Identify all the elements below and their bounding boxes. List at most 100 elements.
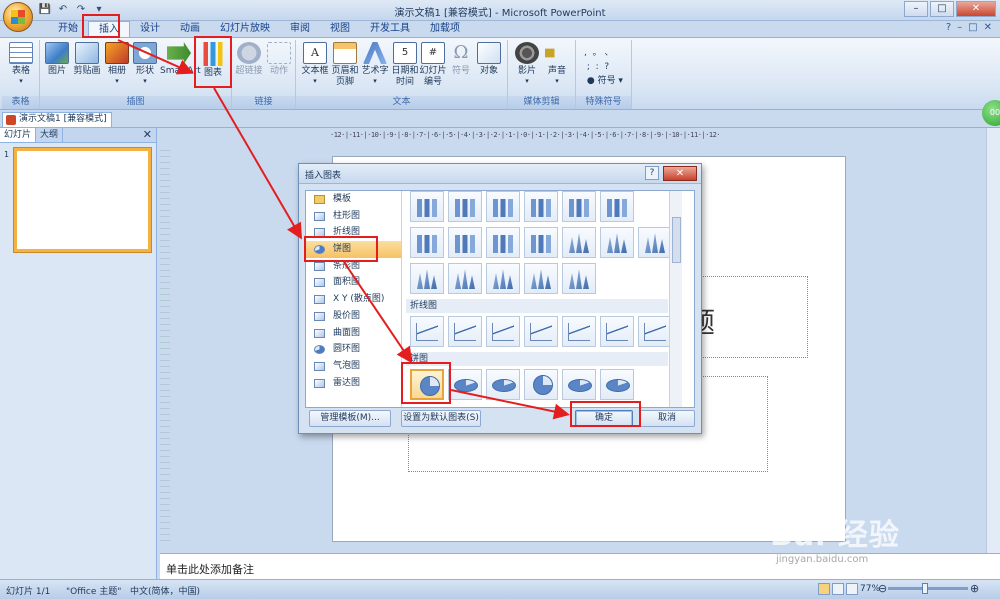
normal-view-icon[interactable] bbox=[818, 583, 830, 595]
zoom-in-icon[interactable]: ⊕ bbox=[970, 582, 979, 595]
office-button[interactable] bbox=[3, 2, 33, 32]
zoom-slider[interactable] bbox=[888, 587, 968, 590]
window-controls: – □ ✕ bbox=[904, 1, 996, 17]
table-button[interactable]: 表格 ▾ bbox=[4, 40, 38, 85]
category-bubble[interactable]: 气泡图 bbox=[306, 358, 401, 375]
header-footer-button[interactable]: 页眉和 页脚 bbox=[328, 40, 362, 88]
sound-button[interactable]: 声音 ▾ bbox=[540, 40, 574, 85]
category-templates[interactable]: 模板 bbox=[306, 191, 401, 208]
column-3d-stacked-thumb[interactable] bbox=[448, 191, 482, 222]
pie-3d-thumb[interactable] bbox=[448, 369, 482, 400]
cone-3d-thumb[interactable] bbox=[562, 227, 596, 258]
category-stock[interactable]: 股价图 bbox=[306, 308, 401, 325]
surface-chart-icon bbox=[314, 328, 325, 338]
cone-variant3-thumb[interactable] bbox=[562, 263, 596, 294]
special-symbols-grid[interactable]: , 。 、 ; : ? ● 符号 ▾ bbox=[584, 46, 623, 88]
slideshow-view-icon[interactable] bbox=[846, 583, 858, 595]
tab-addins[interactable]: 加载项 bbox=[420, 21, 470, 38]
zoom-level[interactable]: 77% bbox=[860, 584, 880, 594]
close-button[interactable]: ✕ bbox=[956, 1, 996, 17]
pyramid-clustered-thumb[interactable] bbox=[600, 227, 634, 258]
manage-templates-button[interactable]: 管理模板(M)... bbox=[309, 410, 391, 427]
group-label-media: 媒体剪辑 bbox=[508, 96, 575, 109]
line-markers-thumb[interactable] bbox=[524, 316, 558, 347]
category-column[interactable]: 柱形图 bbox=[306, 208, 401, 225]
hyperlink-button[interactable]: 超链接 bbox=[232, 40, 266, 77]
cylinder-3d-thumb[interactable] bbox=[410, 227, 444, 258]
set-default-chart-button[interactable]: 设置为默认图表(S) bbox=[401, 410, 481, 427]
stock-chart-icon bbox=[314, 311, 325, 321]
header-footer-icon bbox=[333, 42, 357, 64]
tab-slides[interactable]: 幻灯片 bbox=[0, 128, 37, 142]
cone-clustered-thumb[interactable] bbox=[448, 227, 482, 258]
maximize-button[interactable]: □ bbox=[930, 1, 954, 17]
header-label-1: 页眉和 bbox=[331, 66, 359, 76]
line-100-thumb[interactable] bbox=[486, 316, 520, 347]
dialog-help-button[interactable]: ? bbox=[645, 166, 659, 180]
column-3d-100-thumb[interactable] bbox=[486, 191, 520, 222]
zoom-out-icon[interactable]: ⊖ bbox=[878, 582, 887, 595]
doc-restore-icon[interactable]: □ bbox=[968, 22, 977, 33]
tab-outline[interactable]: 大纲 bbox=[36, 128, 64, 142]
line-3d-thumb[interactable] bbox=[638, 316, 672, 347]
tab-design[interactable]: 设计 bbox=[130, 21, 170, 38]
minimize-button[interactable]: – bbox=[904, 1, 928, 17]
action-button[interactable]: 动作 bbox=[262, 40, 296, 77]
vertical-scrollbar[interactable] bbox=[986, 128, 1000, 553]
hyperlink-label: 超链接 bbox=[235, 66, 263, 76]
line-100-markers-thumb[interactable] bbox=[600, 316, 634, 347]
category-radar[interactable]: 雷达图 bbox=[306, 375, 401, 392]
column-3d-clustered-thumb[interactable] bbox=[410, 191, 444, 222]
dialog-close-button[interactable]: ✕ bbox=[663, 166, 697, 181]
document-tab[interactable]: 演示文稿1 [兼容模式] bbox=[2, 112, 112, 127]
gallery-scroll-thumb[interactable] bbox=[672, 217, 681, 263]
movie-button[interactable]: 影片 ▾ bbox=[510, 40, 544, 85]
pyramid-3d-thumb[interactable] bbox=[448, 263, 482, 294]
line-thumb[interactable] bbox=[410, 316, 444, 347]
cylinder-stacked-thumb[interactable] bbox=[600, 191, 634, 222]
cone-stacked-thumb[interactable] bbox=[486, 227, 520, 258]
ribbon-help-controls: ? – □ ✕ bbox=[946, 22, 992, 33]
textbox-button[interactable]: A 文本框 ▾ bbox=[298, 40, 332, 85]
shapes-button[interactable]: 形状 ▾ bbox=[128, 40, 162, 85]
cone-100-thumb[interactable] bbox=[524, 227, 558, 258]
category-area[interactable]: 面积图 bbox=[306, 274, 401, 291]
pie-3d-exploded-thumb[interactable] bbox=[562, 369, 596, 400]
slide-thumbnail[interactable] bbox=[14, 148, 151, 252]
tab-developer[interactable]: 开发工具 bbox=[360, 21, 420, 38]
tab-review[interactable]: 审阅 bbox=[280, 21, 320, 38]
object-button[interactable]: 对象 bbox=[472, 40, 506, 77]
category-scatter[interactable]: X Y (散点图) bbox=[306, 291, 401, 308]
pyramid-stacked-thumb[interactable] bbox=[638, 227, 672, 258]
cone-variant-thumb[interactable] bbox=[486, 263, 520, 294]
tab-view[interactable]: 视图 bbox=[320, 21, 360, 38]
bar-of-pie-thumb[interactable] bbox=[600, 369, 634, 400]
doc-minimize-icon[interactable]: – bbox=[957, 22, 962, 33]
category-surface[interactable]: 曲面图 bbox=[306, 325, 401, 342]
smartart-button[interactable]: SmartArt bbox=[160, 40, 201, 77]
line-stacked-thumb[interactable] bbox=[448, 316, 482, 347]
slide-number-label-1: 幻灯片 bbox=[419, 66, 447, 76]
column-3d-thumb[interactable] bbox=[524, 191, 558, 222]
cone-variant2-thumb[interactable] bbox=[524, 263, 558, 294]
pane-close-icon[interactable]: ✕ bbox=[143, 128, 152, 142]
group-table: 表格 ▾ 表格 bbox=[2, 40, 40, 109]
cylinder-clustered-thumb[interactable] bbox=[562, 191, 596, 222]
gallery-scrollbar[interactable] bbox=[669, 191, 682, 407]
cancel-button[interactable]: 取消 bbox=[639, 410, 695, 427]
pie-exploded-thumb[interactable] bbox=[524, 369, 558, 400]
picture-button[interactable]: 图片 bbox=[40, 40, 74, 77]
gallery-row bbox=[410, 191, 634, 222]
pyramid-100-thumb[interactable] bbox=[410, 263, 444, 294]
category-doughnut[interactable]: 圆环图 bbox=[306, 341, 401, 358]
help-icon[interactable]: ? bbox=[946, 22, 951, 33]
window-title: 演示文稿1 [兼容模式] - Microsoft PowerPoint bbox=[394, 8, 606, 19]
zoom-slider-knob[interactable] bbox=[922, 583, 928, 594]
group-links: 超链接 动作 链接 bbox=[232, 40, 296, 109]
doc-close-icon[interactable]: ✕ bbox=[984, 22, 992, 33]
wordart-button[interactable]: 艺术字 ▾ bbox=[358, 40, 392, 85]
line-stacked-markers-thumb[interactable] bbox=[562, 316, 596, 347]
sorter-view-icon[interactable] bbox=[832, 583, 844, 595]
pie-of-pie-thumb[interactable] bbox=[486, 369, 520, 400]
clipart-button[interactable]: 剪贴画 bbox=[70, 40, 104, 77]
